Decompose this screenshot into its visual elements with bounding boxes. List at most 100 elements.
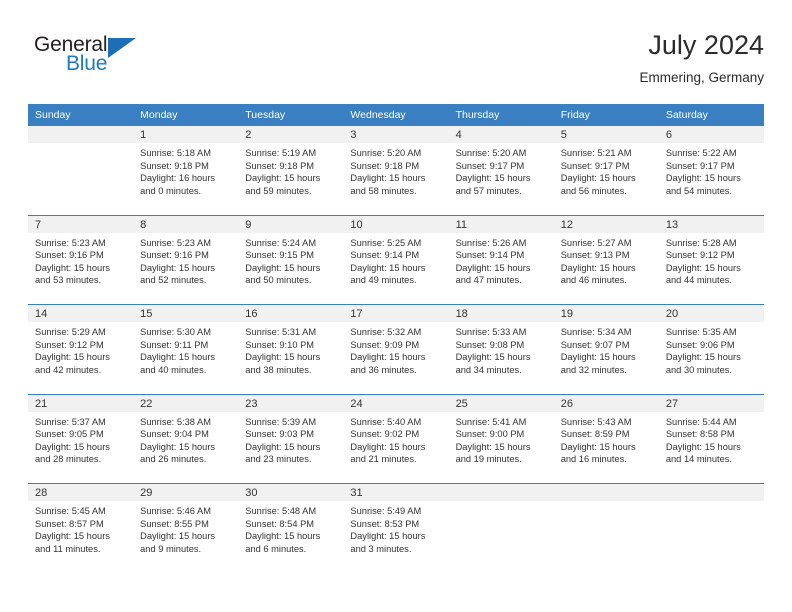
day-cell[interactable]: Sunrise: 5:24 AM Sunset: 9:15 PM Daylight:…	[238, 232, 344, 305]
day-number[interactable]: 31	[343, 483, 449, 501]
general-blue-logo[interactable]: General Blue	[34, 34, 184, 84]
day-sunset-text: Sunset: 9:14 PM	[350, 250, 420, 261]
day-daylight-text: Daylight: 15 hours	[140, 352, 216, 363]
day-cell[interactable]: Sunrise: 5:20 AM Sunset: 9:17 PM Daylight:…	[448, 143, 554, 215]
day-number-empty	[658, 483, 764, 501]
day-cell[interactable]: Sunrise: 5:37 AM Sunset: 9:05 PM Daylight:…	[28, 411, 134, 484]
day-cell[interactable]: Sunrise: 5:22 AM Sunset: 9:17 PM Daylight:…	[658, 143, 764, 215]
day-sunset-text: Sunset: 9:12 PM	[665, 250, 735, 261]
day-sunrise-text: Sunrise: 5:44 AM	[665, 416, 737, 427]
day-sunset-text: Sunset: 9:09 PM	[350, 339, 420, 350]
day-number[interactable]: 28	[28, 483, 134, 501]
day-daylight-text: Daylight: 15 hours	[560, 352, 636, 363]
calendar-page: General Blue July 2024 Emmering, Germany…	[0, 0, 792, 612]
day-cell[interactable]: Sunrise: 5:20 AM Sunset: 9:18 PM Daylight:…	[343, 143, 449, 215]
day-daylight-text: and 54 minutes.	[665, 185, 732, 196]
day-number[interactable]: 23	[238, 393, 344, 412]
day-cell[interactable]: Sunrise: 5:18 AM Sunset: 9:18 PM Daylight:…	[133, 143, 239, 215]
day-sunrise-text: Sunrise: 5:43 AM	[560, 416, 632, 427]
day-cell[interactable]: Sunrise: 5:27 AM Sunset: 9:13 PM Daylight:…	[553, 232, 659, 305]
day-daylight-text: Daylight: 15 hours	[35, 352, 110, 363]
day-cell[interactable]: Sunrise: 5:49 AM Sunset: 8:53 PM Daylight:…	[343, 501, 449, 573]
day-cell[interactable]: Sunrise: 5:44 AM Sunset: 8:58 PM Daylight:…	[658, 411, 764, 484]
day-number[interactable]: 17	[343, 304, 449, 322]
day-cell[interactable]: Sunrise: 5:28 AM Sunset: 9:12 PM Daylight:…	[658, 232, 764, 305]
day-number[interactable]: 9	[238, 214, 344, 233]
day-number[interactable]: 10	[343, 214, 449, 233]
day-cell-empty	[658, 501, 764, 573]
day-number[interactable]: 14	[28, 304, 134, 322]
day-cell[interactable]: Sunrise: 5:23 AM Sunset: 9:16 PM Daylight:…	[133, 232, 239, 305]
day-daylight-text: and 28 minutes.	[35, 454, 102, 465]
day-number[interactable]: 21	[28, 393, 134, 412]
day-number[interactable]: 26	[553, 393, 659, 412]
day-number[interactable]: 13	[658, 214, 764, 233]
day-daylight-text: Daylight: 15 hours	[665, 173, 741, 184]
day-number[interactable]: 2	[238, 126, 344, 143]
day-cell[interactable]: Sunrise: 5:34 AM Sunset: 9:07 PM Daylight:…	[553, 322, 659, 394]
day-number[interactable]: 1	[133, 126, 239, 143]
day-number[interactable]: 24	[343, 393, 449, 412]
day-cell[interactable]: Sunrise: 5:48 AM Sunset: 8:54 PM Daylight:…	[238, 501, 344, 573]
day-number[interactable]: 8	[133, 214, 239, 233]
day-sunset-text: Sunset: 9:18 PM	[140, 160, 209, 171]
day-number[interactable]: 15	[133, 304, 239, 322]
weekday-header-monday: Monday	[133, 104, 239, 126]
day-number[interactable]: 16	[238, 304, 344, 322]
day-number[interactable]: 22	[133, 393, 239, 412]
day-sunset-text: Sunset: 9:17 PM	[560, 160, 630, 171]
day-sunrise-text: Sunrise: 5:49 AM	[350, 506, 422, 516]
day-daylight-text: and 52 minutes.	[140, 275, 207, 286]
day-cell[interactable]: Sunrise: 5:45 AM Sunset: 8:57 PM Daylight:…	[28, 501, 134, 573]
day-sunset-text: Sunset: 9:16 PM	[140, 250, 209, 261]
day-daylight-text: Daylight: 15 hours	[350, 531, 426, 542]
day-number[interactable]: 30	[238, 483, 344, 501]
day-cell[interactable]: Sunrise: 5:30 AM Sunset: 9:11 PM Daylight:…	[133, 322, 239, 394]
day-number[interactable]: 25	[448, 393, 554, 412]
day-daylight-text: Daylight: 15 hours	[560, 173, 636, 184]
day-number[interactable]: 12	[553, 214, 659, 233]
day-sunrise-text: Sunrise: 5:27 AM	[560, 237, 632, 248]
day-cell[interactable]: Sunrise: 5:32 AM Sunset: 9:09 PM Daylight:…	[343, 322, 449, 394]
day-number[interactable]: 5	[553, 126, 659, 143]
day-number[interactable]: 27	[658, 393, 764, 412]
day-number[interactable]: 18	[448, 304, 554, 322]
day-sunrise-text: Sunrise: 5:38 AM	[140, 416, 211, 427]
day-number[interactable]: 20	[658, 304, 764, 322]
day-number[interactable]: 3	[343, 126, 449, 143]
day-cell[interactable]: Sunrise: 5:25 AM Sunset: 9:14 PM Daylight:…	[343, 232, 449, 305]
day-number[interactable]: 11	[448, 214, 554, 233]
day-cell[interactable]: Sunrise: 5:43 AM Sunset: 8:59 PM Daylight:…	[553, 411, 659, 484]
day-daylight-text: and 57 minutes.	[455, 185, 522, 196]
day-daylight-text: and 58 minutes.	[350, 185, 417, 196]
day-daylight-text: and 44 minutes.	[665, 275, 732, 286]
day-cell[interactable]: Sunrise: 5:29 AM Sunset: 9:12 PM Daylight:…	[28, 322, 134, 394]
day-cell[interactable]: Sunrise: 5:33 AM Sunset: 9:08 PM Daylight:…	[448, 322, 554, 394]
weekday-header-thursday: Thursday	[448, 104, 554, 126]
day-cell[interactable]: Sunrise: 5:40 AM Sunset: 9:02 PM Daylight:…	[343, 411, 449, 484]
day-number[interactable]: 6	[658, 126, 764, 143]
day-number[interactable]: 4	[448, 126, 554, 143]
day-cell[interactable]: Sunrise: 5:21 AM Sunset: 9:17 PM Daylight:…	[553, 143, 659, 215]
day-sunrise-text: Sunrise: 5:31 AM	[245, 327, 317, 337]
day-cell[interactable]: Sunrise: 5:38 AM Sunset: 9:04 PM Daylight:…	[133, 411, 239, 484]
day-daylight-text: and 11 minutes.	[35, 543, 101, 554]
day-daylight-text: and 19 minutes.	[455, 454, 522, 465]
day-cell[interactable]: Sunrise: 5:35 AM Sunset: 9:06 PM Daylight:…	[658, 322, 764, 394]
day-sunrise-text: Sunrise: 5:33 AM	[455, 327, 527, 337]
day-cell[interactable]: Sunrise: 5:23 AM Sunset: 9:16 PM Daylight:…	[28, 232, 134, 305]
day-cell[interactable]: Sunrise: 5:26 AM Sunset: 9:14 PM Daylight:…	[448, 232, 554, 305]
day-sunset-text: Sunset: 9:17 PM	[665, 160, 735, 171]
day-cell[interactable]: Sunrise: 5:41 AM Sunset: 9:00 PM Daylight:…	[448, 411, 554, 484]
day-number[interactable]: 19	[553, 304, 659, 322]
day-cell[interactable]: Sunrise: 5:19 AM Sunset: 9:18 PM Daylight:…	[238, 143, 344, 215]
day-cell[interactable]: Sunrise: 5:31 AM Sunset: 9:10 PM Daylight:…	[238, 322, 344, 394]
day-cell[interactable]: Sunrise: 5:39 AM Sunset: 9:03 PM Daylight:…	[238, 411, 344, 484]
day-number[interactable]: 29	[133, 483, 239, 501]
day-daylight-text: Daylight: 15 hours	[350, 352, 426, 363]
day-sunset-text: Sunset: 9:16 PM	[35, 250, 104, 261]
day-daylight-text: and 30 minutes.	[665, 364, 732, 375]
day-cell[interactable]: Sunrise: 5:46 AM Sunset: 8:55 PM Daylight:…	[133, 501, 239, 573]
calendar-grid: Sunday Monday Tuesday Wednesday Thursday…	[28, 104, 764, 573]
day-number[interactable]: 7	[28, 214, 134, 233]
